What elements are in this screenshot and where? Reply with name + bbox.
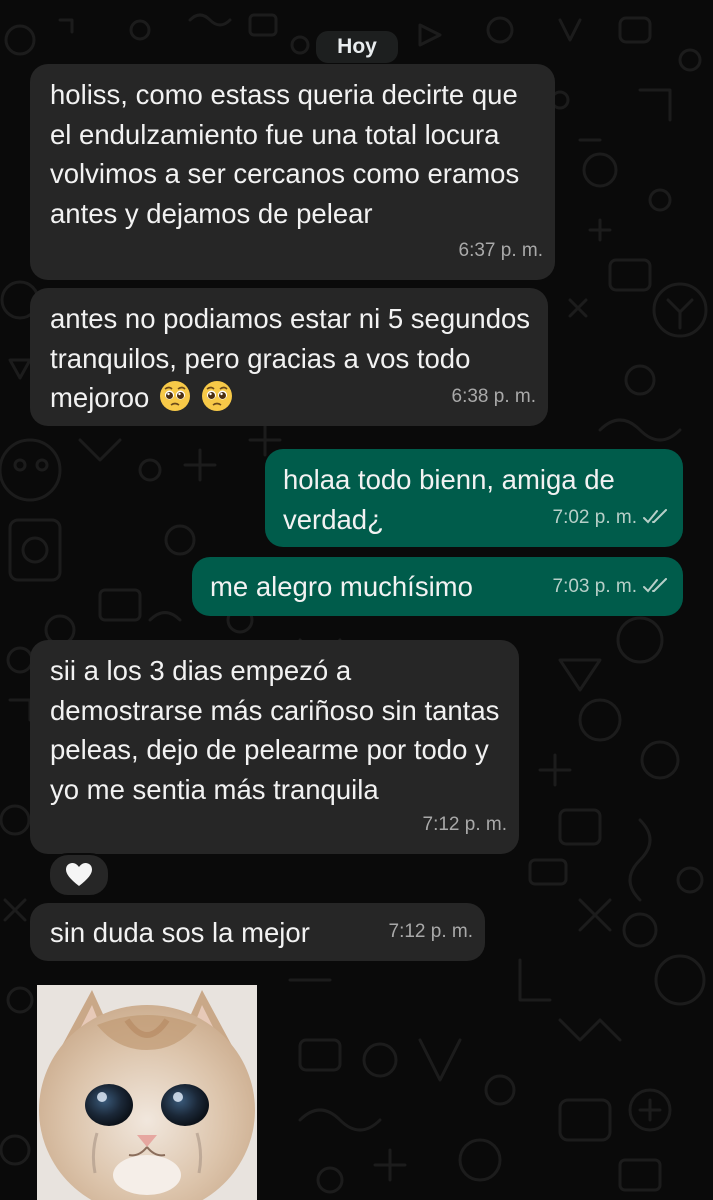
outgoing-message-bubble[interactable]: me alegro muchísimo 7:03 p. m. bbox=[192, 557, 683, 616]
date-label: Hoy bbox=[337, 35, 377, 58]
message-meta: 7:03 p. m. bbox=[553, 567, 672, 607]
outgoing-message-bubble[interactable]: holaa todo bienn, amiga de verdad¿ 7:02 … bbox=[265, 449, 683, 547]
message-text: sii a los 3 dias empezó a demostrarse má… bbox=[50, 655, 500, 805]
incoming-message-bubble[interactable]: sin duda sos la mejor 7:12 p. m. bbox=[30, 903, 485, 961]
chat-screen: Hoy holiss, como estass queria decirte q… bbox=[0, 0, 713, 1200]
kitten-illustration bbox=[37, 985, 257, 1200]
double-check-icon bbox=[643, 578, 667, 593]
incoming-message-bubble[interactable]: holiss, como estass queria decirte que e… bbox=[30, 64, 555, 280]
message-meta: 6:38 p. m. bbox=[452, 377, 537, 417]
white-heart-icon bbox=[66, 863, 92, 886]
message-text: holiss, como estass queria decirte que e… bbox=[50, 79, 520, 229]
pleading-face-emoji bbox=[160, 381, 190, 411]
date-separator: Hoy bbox=[316, 31, 398, 63]
message-time: 7:12 p. m. bbox=[422, 813, 508, 835]
crying-kitten-photo[interactable] bbox=[37, 985, 257, 1200]
incoming-message-bubble[interactable]: antes no podiamos estar ni 5 segundos tr… bbox=[30, 288, 548, 426]
message-time: 6:38 p. m. bbox=[451, 385, 537, 407]
message-meta: 7:12 p. m. bbox=[423, 805, 508, 845]
message-meta: 7:02 p. m. bbox=[553, 498, 672, 538]
double-check-icon bbox=[643, 509, 667, 524]
message-meta: 6:37 p. m. bbox=[459, 231, 544, 271]
pleading-face-emoji bbox=[201, 381, 232, 411]
incoming-message-bubble[interactable]: sii a los 3 dias empezó a demostrarse má… bbox=[30, 640, 519, 854]
message-time: 6:37 p. m. bbox=[458, 239, 544, 261]
message-time: 7:02 p. m. bbox=[552, 506, 638, 528]
message-meta: 7:12 p. m. bbox=[389, 912, 474, 952]
message-time: 7:03 p. m. bbox=[552, 575, 638, 597]
message-time: 7:12 p. m. bbox=[388, 920, 474, 942]
message-reaction[interactable] bbox=[48, 853, 110, 897]
